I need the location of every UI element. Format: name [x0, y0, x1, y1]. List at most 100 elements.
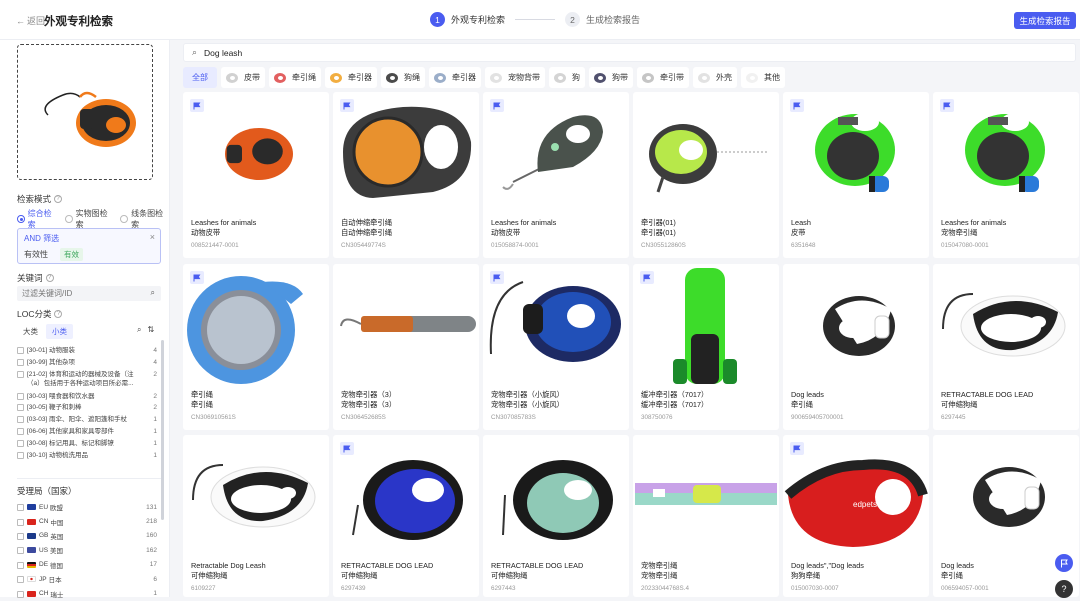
result-card[interactable]: Leashes for animals 动物皮带 015058874-0001 — [483, 92, 629, 258]
product-image[interactable] — [483, 435, 629, 559]
product-image[interactable] — [633, 264, 779, 388]
checkbox[interactable] — [17, 392, 24, 400]
result-card[interactable]: RETRACTABLE DOG LEAD 可伸缩狗绳 6297439 — [333, 435, 479, 597]
checkbox[interactable] — [17, 561, 24, 569]
flag-icon[interactable] — [340, 442, 354, 455]
result-card[interactable]: Leashes for animals 动物皮带 008521447-0001 — [183, 92, 329, 258]
checkbox[interactable] — [17, 347, 24, 354]
product-image[interactable] — [633, 92, 779, 216]
loc-class-item[interactable]: [30-08] 标记用具、标记和脚镣 1 — [17, 439, 157, 451]
mode-photo[interactable]: 实物图检索 — [64, 208, 114, 230]
authority-item[interactable]: GB 英国 160 — [17, 529, 157, 543]
search-input[interactable] — [204, 46, 1004, 60]
step-2-label[interactable]: 生成检索报告 — [586, 13, 640, 26]
loc-class-item[interactable]: [30-05] 鞭子和刺棒 2 — [17, 403, 157, 415]
category-chip[interactable]: 外壳 — [693, 66, 737, 88]
category-chip[interactable]: 狗绳 — [381, 66, 425, 88]
loc-class-item[interactable]: [21-02] 体育和运动的器械及设备（注（a）包括用于各种运动项目所必需...… — [17, 370, 157, 392]
category-chip[interactable]: 牵引器 — [429, 66, 481, 88]
checkbox[interactable] — [17, 532, 24, 540]
product-image[interactable] — [783, 92, 929, 216]
result-card[interactable]: RETRACTABLE DOG LEAD 可伸缩狗绳 6297445 — [933, 264, 1079, 430]
result-card[interactable]: Leashes for animals 宠物牵引绳 015047080-0001 — [933, 92, 1079, 258]
product-image[interactable] — [483, 92, 629, 216]
category-chip[interactable]: 狗 — [549, 66, 585, 88]
flag-icon[interactable] — [640, 271, 654, 284]
result-card[interactable]: edpets Dog leads","Dog leads 狗狗牵绳 015007… — [783, 435, 929, 597]
mode-line-drawing[interactable]: 线条图检索 — [120, 208, 169, 230]
product-image[interactable] — [633, 435, 779, 559]
result-card[interactable]: Dog leads 牵引绳 900659405700001 — [783, 264, 929, 430]
checkbox[interactable] — [17, 416, 24, 424]
authority-item[interactable]: JP 日本 6 — [17, 572, 157, 586]
category-chip[interactable]: 牵引绳 — [269, 66, 321, 88]
category-chip[interactable]: 牵引带 — [637, 66, 689, 88]
checkbox[interactable] — [17, 547, 24, 555]
checkbox[interactable] — [17, 358, 24, 366]
close-icon[interactable]: × — [150, 232, 155, 242]
result-card[interactable]: 牵引绳 牵引绳 CN306910561S — [183, 264, 329, 430]
flag-icon[interactable] — [490, 99, 504, 112]
checkbox[interactable] — [17, 427, 24, 435]
product-image[interactable] — [933, 435, 1079, 559]
back-link[interactable]: ← 返回 — [16, 14, 45, 27]
search-icon[interactable]: ⌕ — [151, 288, 155, 298]
result-card[interactable]: 自动伸缩牵引绳 自动伸缩牵引绳 CN305449774S — [333, 92, 479, 258]
checkbox[interactable] — [17, 518, 24, 526]
generate-report-button[interactable]: 生成检索报告 — [1014, 12, 1076, 29]
tab-minor-class[interactable]: 小类 — [46, 324, 73, 339]
loc-class-item[interactable]: [30-03] 喂食器和饮水器 2 — [17, 392, 157, 404]
checkbox[interactable] — [17, 370, 24, 378]
result-card[interactable]: Leash 皮带 6351648 — [783, 92, 929, 258]
help-icon[interactable]: ? — [54, 310, 63, 318]
category-chip[interactable]: 皮带 — [221, 66, 265, 88]
authority-item[interactable]: CN 中国 218 — [17, 514, 157, 528]
keyword-input[interactable] — [17, 286, 137, 301]
product-image[interactable] — [933, 264, 1079, 388]
result-card[interactable]: Retractable Dog Leash 可伸缩狗绳 6109227 — [183, 435, 329, 597]
result-card[interactable]: 缓冲牵引器（7017） 缓冲牵引器（7017） 308750076 — [633, 264, 779, 430]
sidebar-scrollbar[interactable] — [161, 340, 164, 520]
loc-class-item[interactable]: [30-99] 其他杂项 4 — [17, 358, 157, 370]
product-image[interactable] — [333, 92, 479, 216]
checkbox[interactable] — [17, 404, 24, 412]
feedback-flag-button[interactable] — [1055, 554, 1073, 572]
category-chip[interactable]: 全部 — [183, 66, 217, 88]
product-image[interactable]: edpets — [783, 435, 929, 559]
authority-item[interactable]: CH 瑞士 1 — [17, 586, 157, 600]
authority-item[interactable]: DE 德国 17 — [17, 558, 157, 572]
category-chip[interactable]: 狗带 — [589, 66, 633, 88]
checkbox[interactable] — [17, 504, 24, 512]
tab-major-class[interactable]: 大类 — [17, 324, 44, 339]
result-card[interactable]: 宠物牵引绳 宠物牵引绳 20233044768S.4 — [633, 435, 779, 597]
product-image[interactable] — [483, 264, 629, 388]
checkbox[interactable] — [17, 590, 24, 598]
loc-class-item[interactable]: [30-10] 动物梳洗用品 1 — [17, 451, 157, 463]
result-card[interactable]: 宠物牵引器（3） 宠物牵引器（3） CN306452685S — [333, 264, 479, 430]
product-image[interactable] — [183, 435, 329, 559]
product-image[interactable] — [183, 264, 329, 388]
flag-icon[interactable] — [790, 99, 804, 112]
result-card[interactable]: RETRACTABLE DOG LEAD 可伸缩狗绳 6297443 — [483, 435, 629, 597]
checkbox[interactable] — [17, 576, 24, 584]
product-image[interactable] — [333, 435, 479, 559]
authority-item[interactable]: EU 欧盟 131 — [17, 500, 157, 514]
product-image[interactable] — [183, 92, 329, 216]
checkbox[interactable] — [17, 451, 24, 459]
mode-combined[interactable]: 综合检索 — [17, 208, 58, 230]
loc-class-item[interactable]: [03-03] 雨伞、阳伞、遮阳篷和手杖 1 — [17, 415, 157, 427]
loc-class-item[interactable]: [06-06] 其他家具和家具零部件 1 — [17, 427, 157, 439]
product-image[interactable] — [333, 264, 479, 388]
checkbox[interactable] — [17, 439, 24, 447]
query-image-preview[interactable] — [17, 44, 153, 180]
sort-icon[interactable]: ⇅ — [147, 325, 154, 335]
category-chip[interactable]: 宠物背带 — [485, 66, 545, 88]
flag-icon[interactable] — [490, 271, 504, 284]
search-icon[interactable]: ⌕ — [137, 325, 141, 335]
help-icon[interactable]: ? — [54, 195, 63, 203]
result-card[interactable]: Dog leads 牵引绳 006594057-0001 — [933, 435, 1079, 597]
flag-icon[interactable] — [190, 271, 204, 284]
category-chip[interactable]: 牵引器 — [325, 66, 377, 88]
flag-icon[interactable] — [940, 99, 954, 112]
help-button[interactable]: ? — [1055, 580, 1073, 598]
